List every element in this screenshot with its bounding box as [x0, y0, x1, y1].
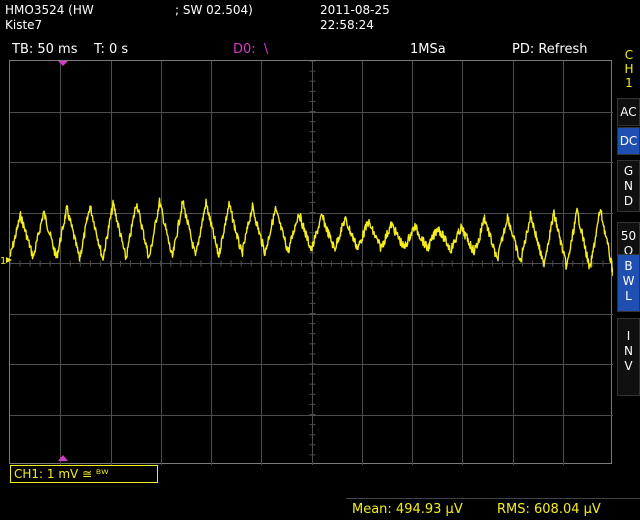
channel-label-char: C — [624, 48, 634, 62]
channel-info-box[interactable]: CH1: 1 mV ≅ ᴮᵂ — [10, 465, 158, 483]
time-label: 22:58:24 — [320, 18, 374, 32]
timebase-label[interactable]: TB: 50 ms — [12, 40, 77, 60]
sample-rate-label: 1MSa — [410, 42, 446, 57]
date-label: 2011-08-25 — [320, 3, 390, 17]
button-label: V — [624, 359, 633, 373]
button-label: 50 — [620, 229, 637, 243]
rms-measurement: RMS: 608.04 µV — [497, 502, 601, 517]
button-label: DC — [619, 134, 638, 148]
button-label: D — [623, 194, 634, 208]
measurement-divider — [346, 498, 640, 499]
button-label: I — [626, 329, 631, 343]
status-bar: TB: 50 ms T: 0 s D0: \ 1MSa PD: Refresh — [0, 40, 640, 60]
mean-measurement: Mean: 494.93 µV — [352, 502, 463, 517]
coupling-dc-button[interactable]: DC — [617, 127, 640, 155]
trigger-position-marker[interactable] — [58, 61, 68, 66]
ground-arrow-icon — [6, 257, 12, 263]
coupling-gnd-button[interactable]: G N D — [617, 160, 640, 212]
device-name: Kiste7 — [5, 18, 43, 32]
ground-level-marker[interactable]: 1 — [0, 253, 12, 267]
button-label: G — [623, 164, 634, 178]
button-label: B — [624, 259, 633, 273]
button-label: N — [624, 344, 633, 358]
waveform-canvas — [10, 61, 613, 465]
button-label: W — [622, 274, 635, 288]
trigger-position-marker-bottom[interactable] — [58, 455, 68, 461]
ground-level-label: 1 — [0, 256, 6, 267]
bandwidth-limit-button[interactable]: B W L — [617, 254, 640, 312]
software-version: ; SW 02.504) — [175, 3, 253, 17]
coupling-ac-button[interactable]: AC — [617, 98, 640, 126]
trigger-time-label[interactable]: T: 0 s — [94, 40, 128, 60]
digital-channel-label[interactable]: D0: \ — [233, 40, 268, 60]
pd-refresh-label[interactable]: PD: Refresh — [512, 40, 587, 60]
invert-button[interactable]: I N V — [617, 318, 640, 396]
channel-label-char: H — [624, 62, 634, 76]
waveform-display[interactable] — [9, 60, 613, 465]
button-label: N — [624, 179, 633, 193]
channel-label: C H 1 — [620, 48, 638, 90]
channel-label-char: 1 — [625, 76, 633, 90]
graticule — [10, 61, 613, 465]
model-label: HMO3524 (HW — [5, 3, 94, 17]
button-label: AC — [620, 105, 637, 119]
button-label: L — [625, 289, 632, 303]
